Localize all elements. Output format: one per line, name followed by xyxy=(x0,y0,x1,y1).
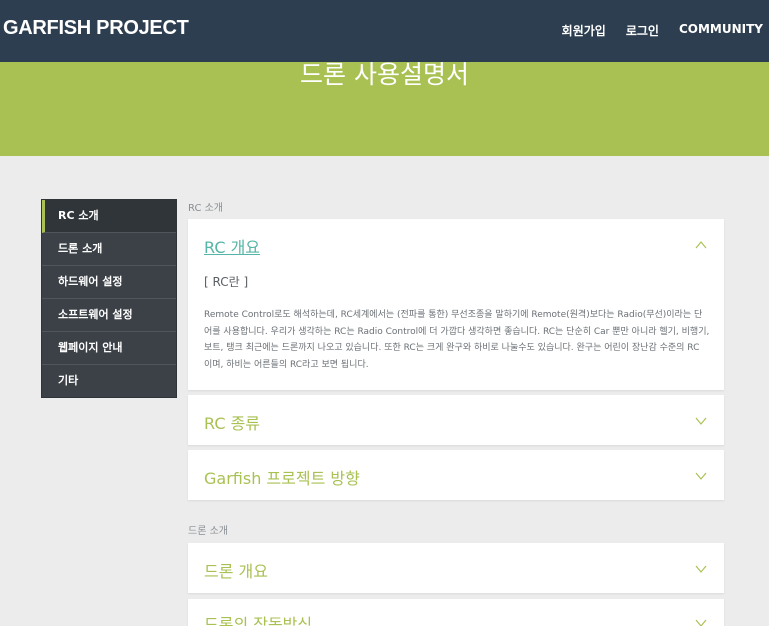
chevron-down-icon[interactable] xyxy=(694,414,708,428)
sidebar-item-software-setup[interactable]: 소프트웨어 설정 xyxy=(42,299,176,332)
brand-logo[interactable]: GARFISH PROJECT xyxy=(3,17,189,40)
accordion-header-garfish-direction[interactable]: Garfish 프로젝트 방향 xyxy=(204,465,360,489)
sidebar-item-drone-intro[interactable]: 드론 소개 xyxy=(42,233,176,266)
nav-community-link[interactable]: COMMUNITY xyxy=(679,22,763,39)
sidebar-menu: RC 소개 드론 소개 하드웨어 설정 소프트웨어 설정 웹페이지 안내 기타 xyxy=(41,199,177,398)
sidebar-item-webpage-guide[interactable]: 웹페이지 안내 xyxy=(42,332,176,365)
chevron-down-icon[interactable] xyxy=(694,616,708,626)
rc-overview-body: Remote Control로도 해석하는데, RC세계에서는 (전파를 통한)… xyxy=(204,310,710,370)
accordion-card-rc-types[interactable]: RC 종류 xyxy=(188,395,724,445)
chevron-down-icon[interactable] xyxy=(694,469,708,483)
sidebar-item-etc[interactable]: 기타 xyxy=(42,365,176,397)
sidebar-item-hardware-setup[interactable]: 하드웨어 설정 xyxy=(42,266,176,299)
top-nav: 회원가입 로그인 COMMUNITY xyxy=(562,22,763,39)
section-label-drone: 드론 소개 xyxy=(188,526,228,537)
accordion-header-drone-mechanism[interactable]: 드론의 작동방식 xyxy=(204,611,312,626)
page-title: 드론 사용설명서 xyxy=(300,60,469,89)
accordion-card-drone-overview[interactable]: 드론 개요 xyxy=(188,543,724,593)
rc-definition-subheading: [ RC란 ] xyxy=(204,275,249,289)
nav-signup-link[interactable]: 회원가입 xyxy=(562,22,606,39)
top-navbar: GARFISH PROJECT 회원가입 로그인 COMMUNITY xyxy=(0,0,769,62)
sidebar-item-rc-intro[interactable]: RC 소개 xyxy=(42,200,176,233)
chevron-down-icon[interactable] xyxy=(694,562,708,576)
accordion-header-rc-types[interactable]: RC 종류 xyxy=(204,410,260,434)
accordion-card-rc-overview: RC 개요 [ RC란 ] Remote Control로도 해석하는데, RC… xyxy=(188,219,724,390)
nav-login-link[interactable]: 로그인 xyxy=(626,22,659,39)
accordion-header-rc-overview[interactable]: RC 개요 xyxy=(204,234,260,258)
accordion-header-drone-overview[interactable]: 드론 개요 xyxy=(204,558,268,582)
page-banner: 드론 사용설명서 xyxy=(0,62,769,156)
section-label-rc: RC 소개 xyxy=(188,203,224,214)
accordion-card-drone-mechanism[interactable]: 드론의 작동방식 xyxy=(188,599,724,626)
accordion-card-garfish-direction[interactable]: Garfish 프로젝트 방향 xyxy=(188,450,724,500)
chevron-up-icon[interactable] xyxy=(694,238,708,252)
